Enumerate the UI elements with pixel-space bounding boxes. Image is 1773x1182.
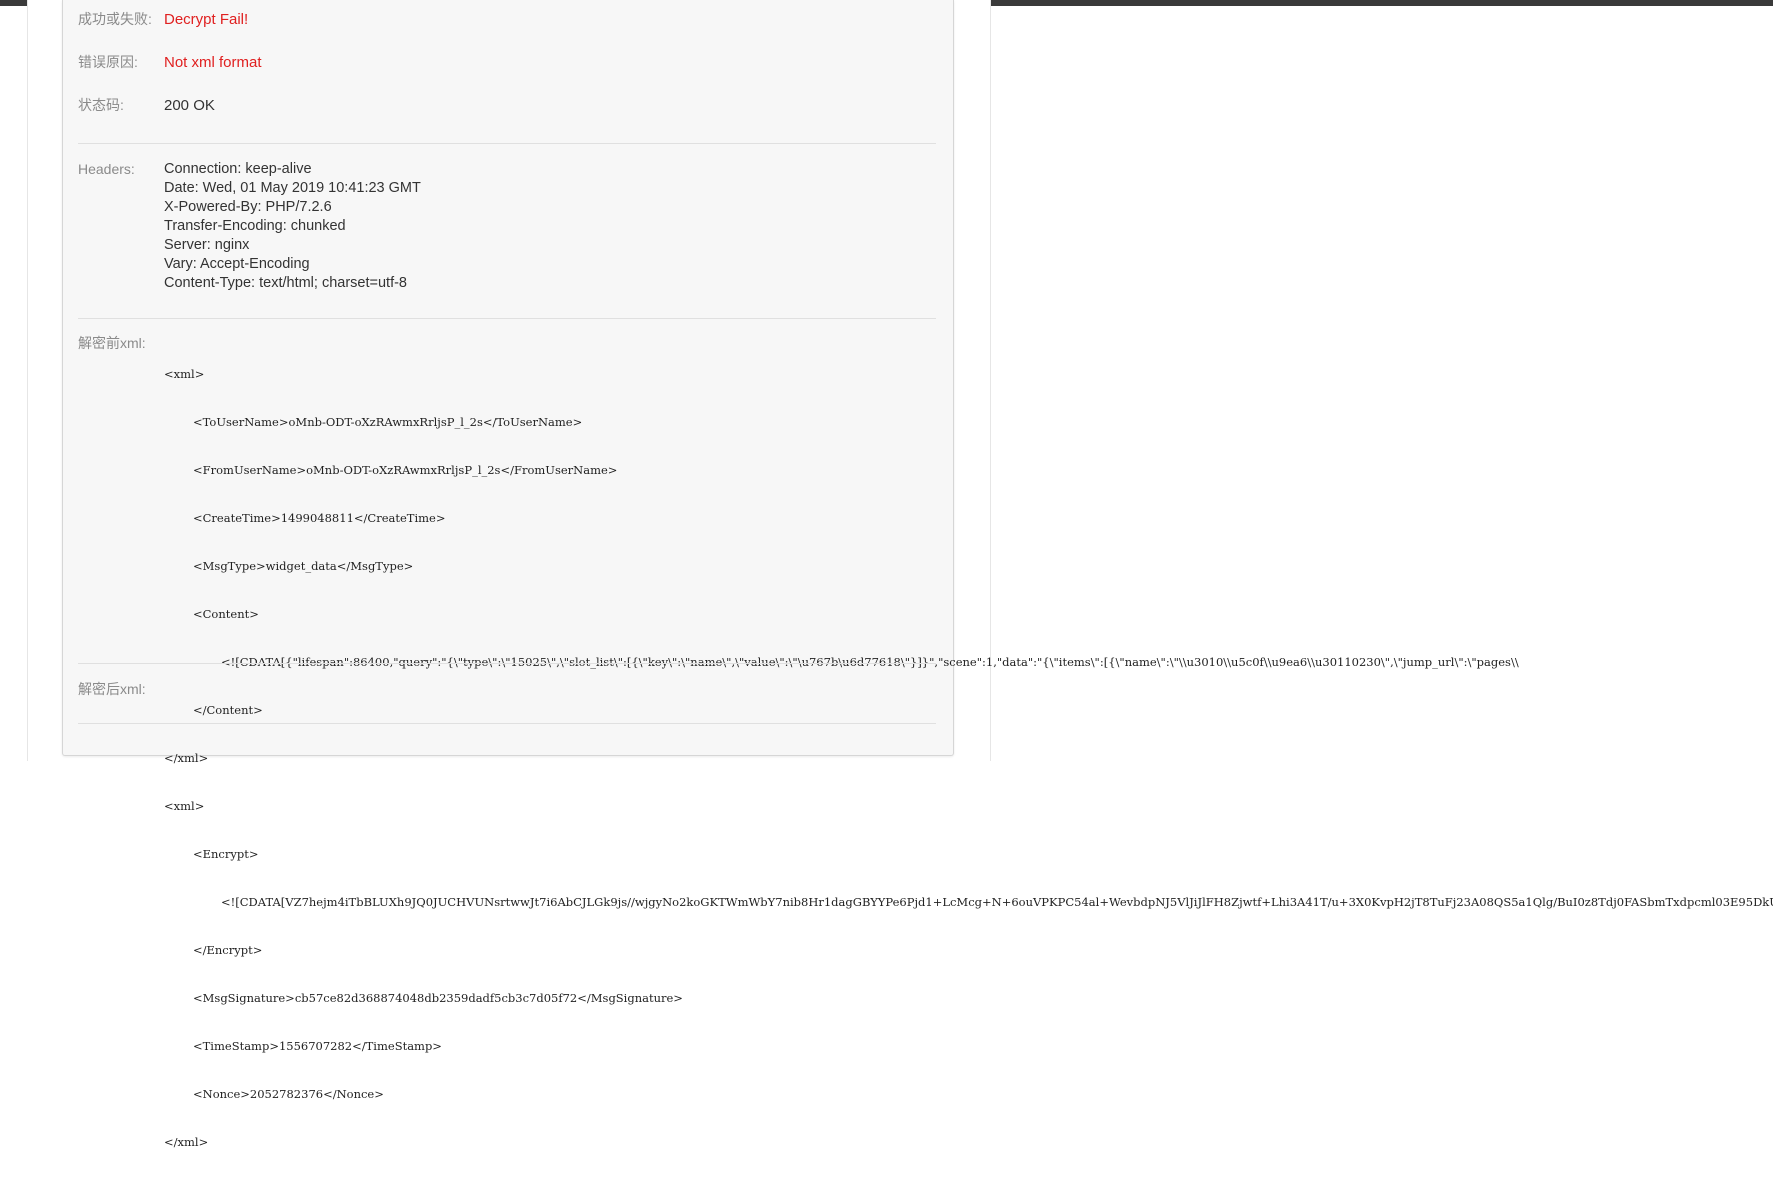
header-line: Content-Type: text/html; charset=utf-8 [164, 275, 407, 291]
status-row: 成功或失败: Decrypt Fail! [78, 10, 938, 30]
headers-label: Headers: [78, 161, 135, 177]
before-xml-row: 解密前xml: <xml> <ToUserName>oMnb-ODT-oXzRA… [78, 334, 1773, 1149]
xml-line: <![CDATA[VZ7hejm4iTbBLUXh9JQ0JUCHVUNsrtw… [221, 895, 1773, 909]
after-xml-label: 解密后xml: [78, 681, 146, 697]
xml-line: <Nonce>2052782376</Nonce> [193, 1087, 384, 1101]
xml-line: </Encrypt> [193, 943, 263, 957]
xml-line: <Content> [193, 607, 259, 621]
xml-line: <FromUserName>oMnb-ODT-oXzRAwmxRrljsP_l_… [193, 463, 618, 477]
header-line: Transfer-Encoding: chunked [164, 218, 346, 234]
divider-2 [78, 318, 936, 319]
status-value: Decrypt Fail! [164, 11, 249, 28]
error-value: Not xml format [164, 54, 262, 71]
after-xml-row: 解密后xml: [78, 680, 938, 700]
status-label: 成功或失败: [78, 11, 152, 27]
before-xml-label: 解密前xml: [78, 335, 146, 351]
headers-row: Headers: Connection: keep-alive Date: We… [78, 160, 938, 295]
xml-line: <![CDATA[{"lifespan":86400,"query":"{\"t… [221, 655, 1519, 669]
xml-line: </Content> [193, 703, 263, 717]
status-code-row: 状态码: 200 OK [78, 96, 938, 116]
status-code-value: 200 OK [164, 97, 215, 114]
header-line: Server: nginx [164, 237, 250, 253]
xml-line: <Encrypt> [193, 847, 259, 861]
xml-line: <ToUserName>oMnb-ODT-oXzRAwmxRrljsP_l_2s… [193, 415, 583, 429]
divider-4 [78, 723, 936, 724]
xml-line: </xml> [164, 1135, 209, 1149]
divider-3 [78, 663, 936, 664]
before-xml-content: <xml> <ToUserName>oMnb-ODT-oXzRAwmxRrljs… [164, 334, 1773, 1182]
header-line: X-Powered-By: PHP/7.2.6 [164, 199, 332, 215]
divider-1 [78, 143, 936, 144]
xml-line: <MsgType>widget_data</MsgType> [193, 559, 414, 573]
headers-list: Connection: keep-alive Date: Wed, 01 May… [164, 160, 421, 293]
xml-line: <TimeStamp>1556707282</TimeStamp> [193, 1039, 442, 1053]
header-line: Date: Wed, 01 May 2019 10:41:23 GMT [164, 180, 421, 196]
xml-line: </xml> [164, 751, 209, 765]
xml-line: <MsgSignature>cb57ce82d368874048db2359da… [193, 991, 683, 1005]
error-row: 错误原因: Not xml format [78, 53, 938, 73]
header-line: Vary: Accept-Encoding [164, 256, 310, 272]
status-code-label: 状态码: [78, 97, 124, 113]
xml-line: <CreateTime>1499048811</CreateTime> [193, 511, 446, 525]
error-label: 错误原因: [78, 54, 138, 70]
header-line: Connection: keep-alive [164, 161, 312, 177]
xml-line: <xml> [164, 367, 205, 381]
xml-line: <xml> [164, 799, 205, 813]
